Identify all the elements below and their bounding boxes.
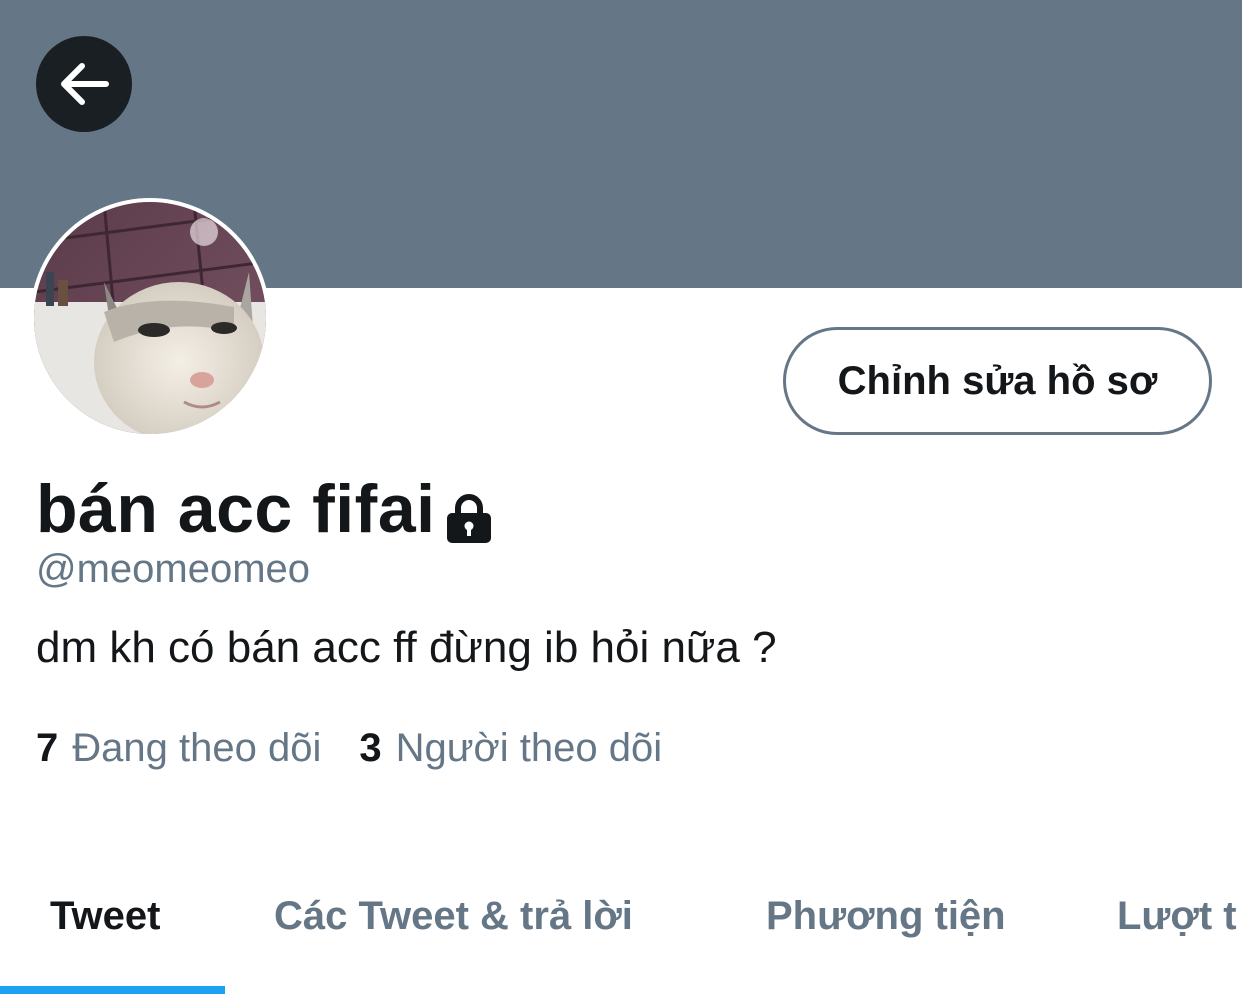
tab-tweets-and-replies[interactable]: Các Tweet & trả lời [274,894,633,939]
followers-label: Người theo dõi [395,726,663,770]
lock-icon [444,483,494,543]
tab-tweets[interactable]: Tweet [50,894,160,939]
profile-handle: @meomeomeo [36,547,311,591]
profile-bio: dm kh có bán acc ff đừng ib hỏi nữa ? [36,623,777,672]
tab-likes[interactable]: Lượt t [1117,894,1237,939]
profile-page: Chỉnh sửa hồ sơ bán acc fifai @meomeomeo… [0,0,1242,1002]
followers-count: 3 [359,726,382,770]
following-count: 7 [36,726,59,770]
display-name: bán acc fifai [36,470,494,548]
active-tab-indicator [0,986,225,994]
profile-stats: 7 Đang theo dõi 3 Người theo dõi [36,726,662,771]
edit-profile-button[interactable]: Chỉnh sửa hồ sơ [783,327,1212,435]
arrow-left-icon [61,63,109,105]
profile-tabs: Tweet Các Tweet & trả lời Phương tiện Lư… [0,860,1242,1002]
following-label: Đang theo dõi [72,726,322,770]
tab-media[interactable]: Phương tiện [766,894,1006,939]
following-stat[interactable]: 7 Đang theo dõi [36,726,321,771]
back-button[interactable] [36,36,132,132]
avatar[interactable] [30,198,270,438]
followers-stat[interactable]: 3 Người theo dõi [359,726,662,771]
display-name-text: bán acc fifai [36,471,436,547]
cat-avatar-image [34,202,266,434]
